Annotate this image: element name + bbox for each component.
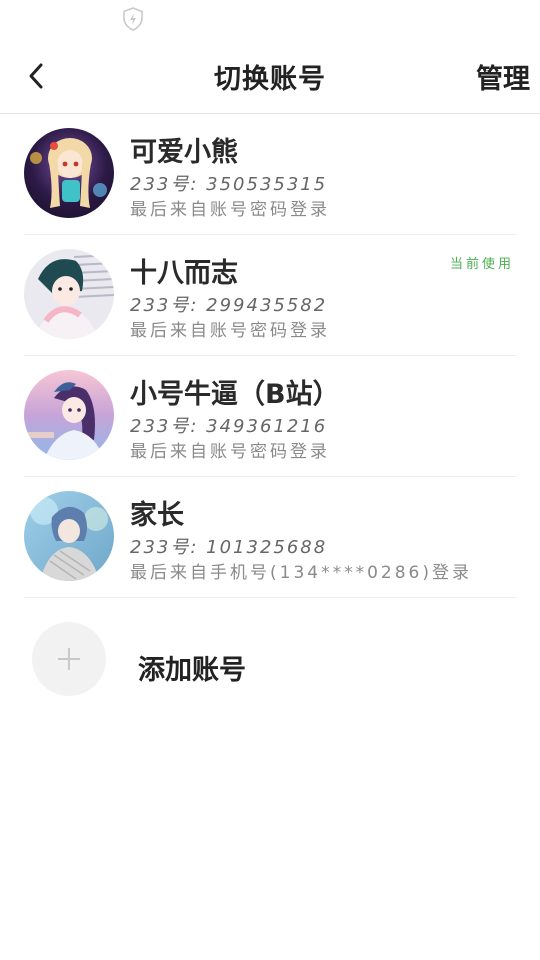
account-list: 可爱小熊 233号: 350535315 最后来自账号密码登录 十八而志 233… [0,114,540,598]
account-row[interactable]: 家长 233号: 101325688 最后来自手机号(134****0286)登… [24,477,516,598]
add-account-button[interactable]: 添加账号 [0,600,540,720]
account-name: 十八而志 [130,258,238,289]
avatar [24,128,114,218]
account-id: 233号: 101325688 [130,537,328,558]
shield-icon [123,7,143,31]
avatar [24,491,114,581]
header: 切换账号 管理 [0,38,540,114]
account-name: 可爱小熊 [130,137,238,168]
account-login-method: 最后来自账号密码登录 [130,321,330,341]
status-bar [0,0,540,38]
account-row[interactable]: 小号牛逼（B站） 233号: 349361216 最后来自账号密码登录 [24,356,516,477]
add-account-label: 添加账号 [138,655,246,686]
avatar [24,249,114,339]
plus-icon [32,622,106,696]
account-login-method: 最后来自手机号(134****0286)登录 [130,563,472,583]
page-title: 切换账号 [214,64,326,95]
account-name: 小号牛逼（B站） [130,379,340,410]
account-row[interactable]: 可爱小熊 233号: 350535315 最后来自账号密码登录 [24,114,516,235]
account-row[interactable]: 十八而志 233号: 299435582 最后来自账号密码登录 当前使用 [24,235,516,356]
account-login-method: 最后来自账号密码登录 [130,442,330,462]
account-id: 233号: 350535315 [130,174,328,195]
manage-button[interactable]: 管理 [476,57,530,96]
avatar [24,370,114,460]
account-id: 233号: 349361216 [130,416,328,437]
account-name: 家长 [130,500,184,531]
account-login-method: 最后来自账号密码登录 [130,200,330,220]
account-id: 233号: 299435582 [130,295,328,316]
current-account-badge: 当前使用 [449,257,514,272]
